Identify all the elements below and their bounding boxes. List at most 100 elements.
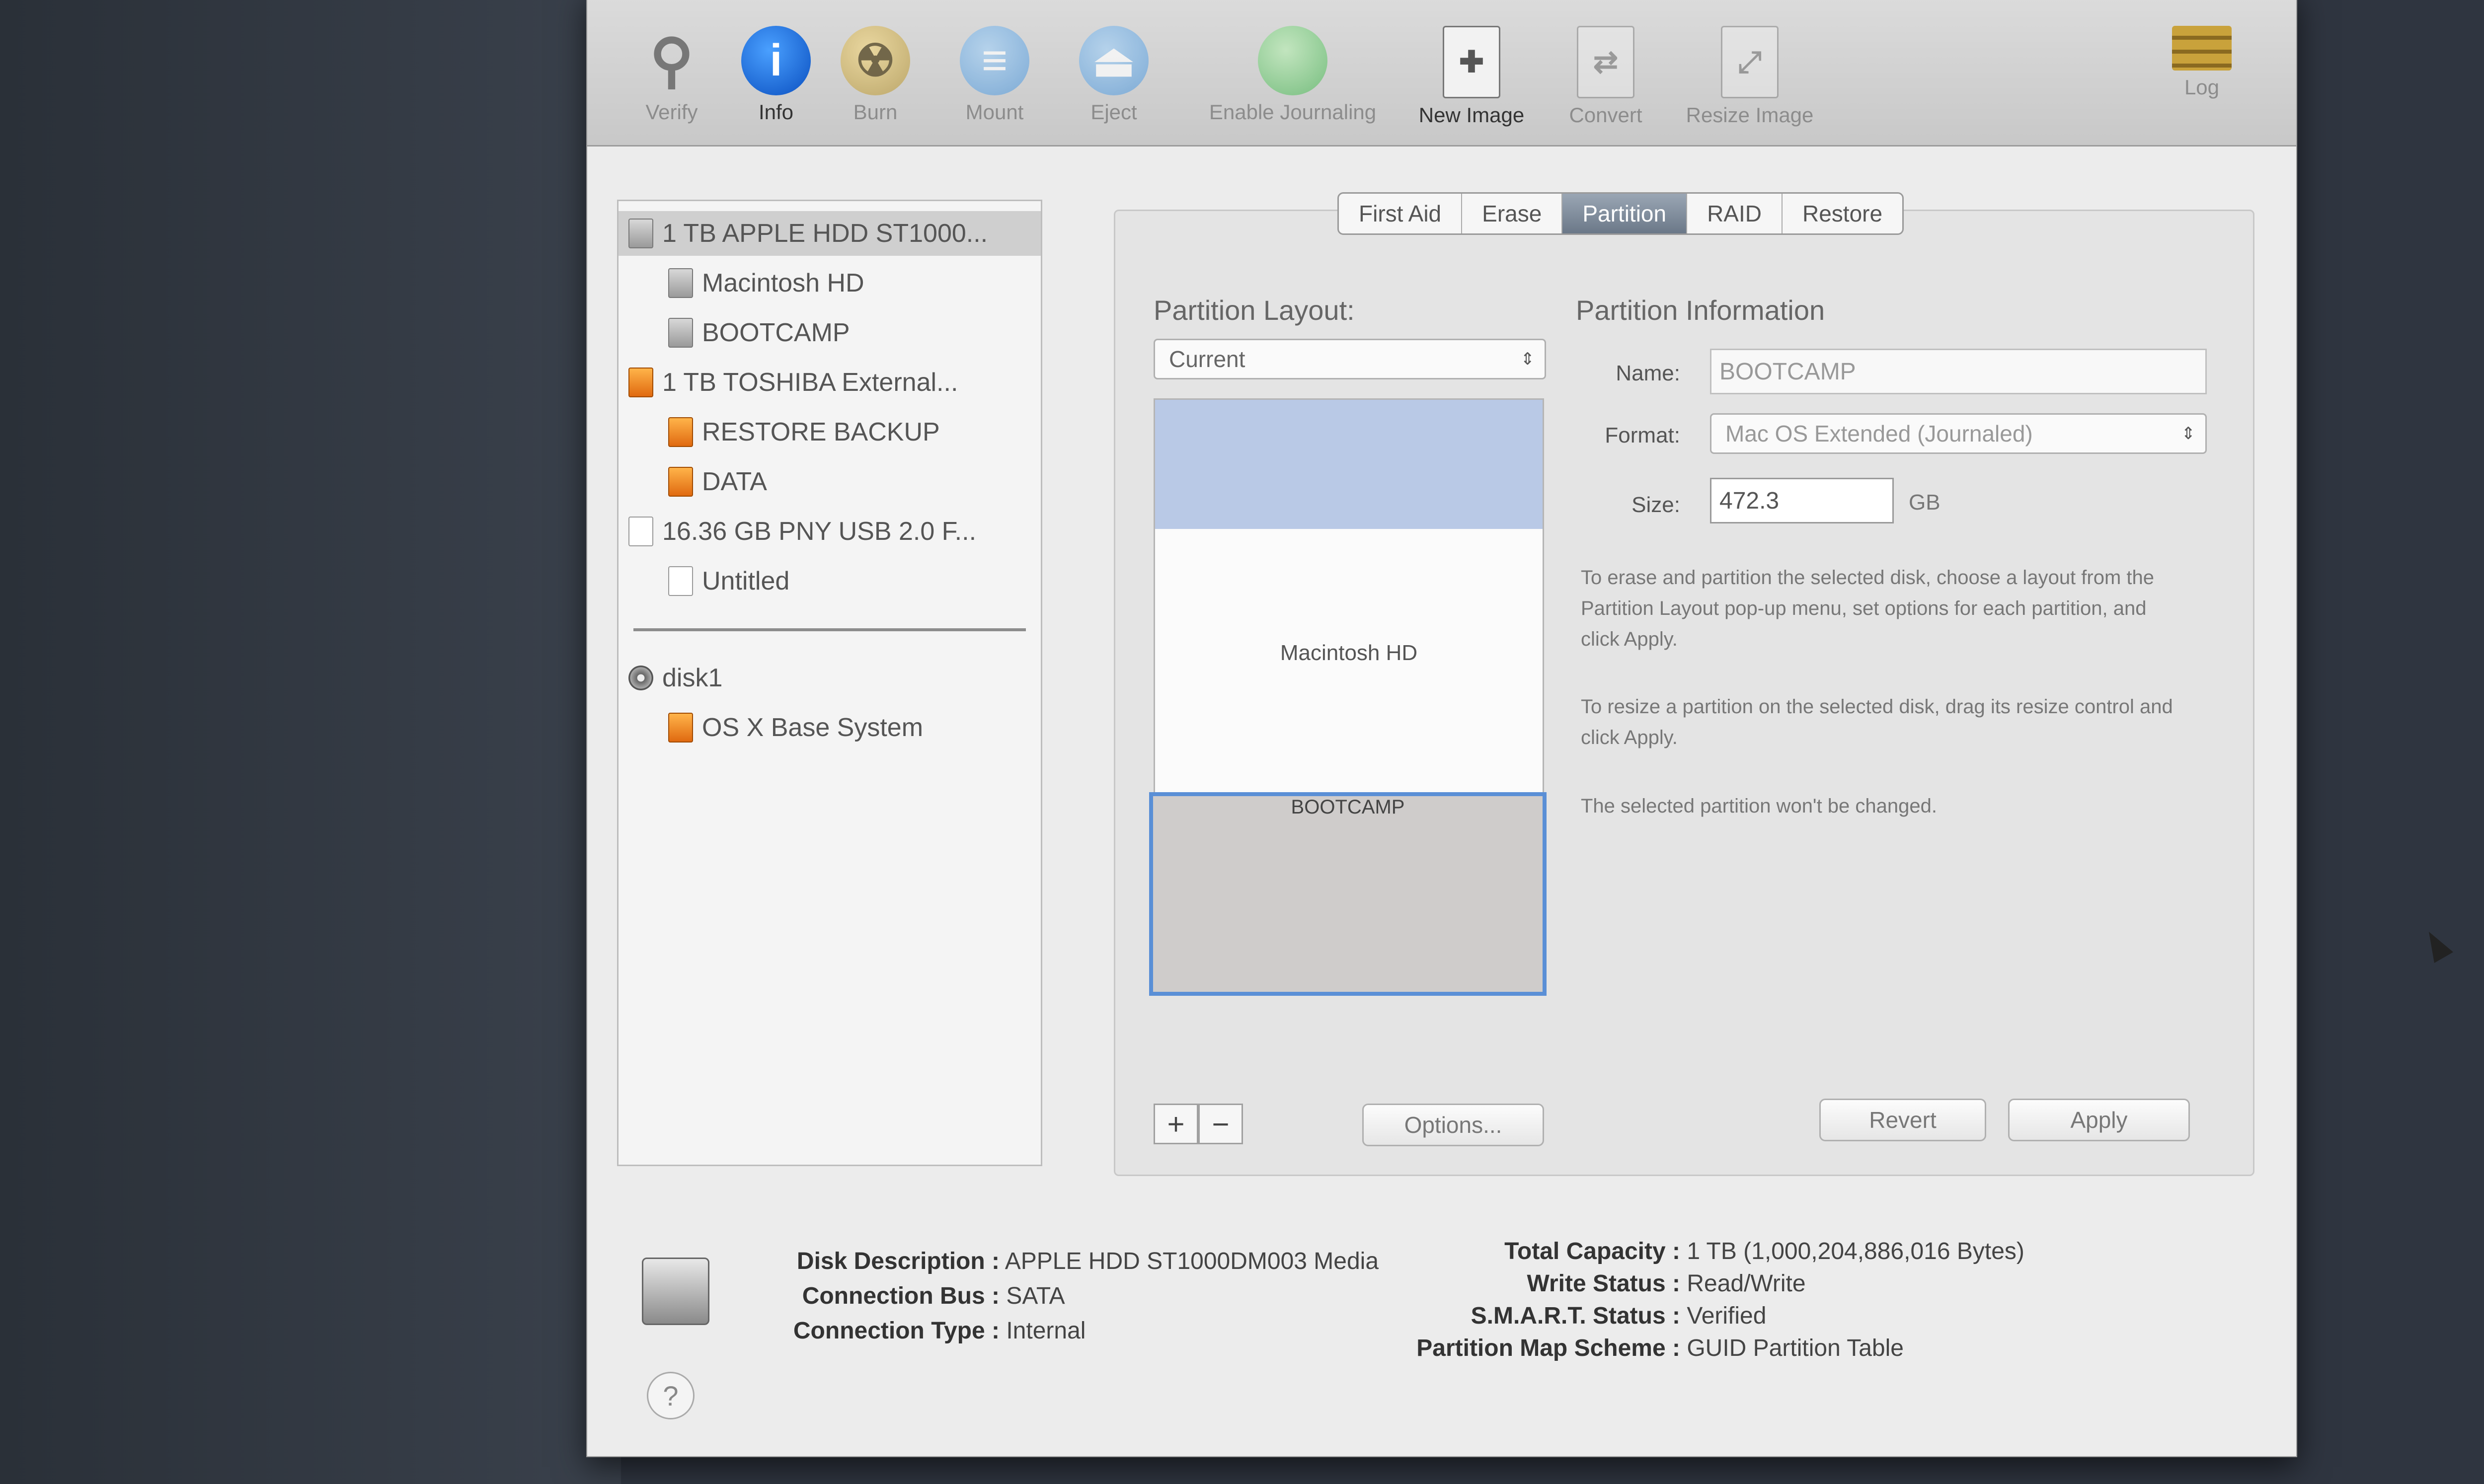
resize-image-icon: ⤢	[1721, 26, 1779, 98]
hard-disk-icon	[628, 219, 653, 248]
partition-format-value: Mac OS Extended (Journaled)	[1725, 421, 2033, 446]
mount-label: Mount	[965, 100, 1024, 124]
volume-icon	[668, 417, 693, 447]
help-button[interactable]: ?	[647, 1372, 695, 1419]
sidebar-item-bootcamp[interactable]: BOOTCAMP	[668, 310, 850, 355]
convert-label: Convert	[1569, 103, 1642, 127]
sidebar-item-label: OS X Base System	[702, 713, 924, 742]
info-value: Read/Write	[1687, 1270, 1806, 1297]
info-icon: i	[741, 26, 811, 95]
partition-help-text-1: To erase and partition the selected disk…	[1581, 567, 2155, 650]
partition-size-field[interactable]: 472.3	[1710, 478, 1894, 523]
burn-label: Burn	[853, 100, 898, 124]
volume-icon	[668, 713, 693, 742]
updown-arrows-icon: ⇕	[1520, 350, 1535, 369]
new-image-button[interactable]: ✚ New Image	[1397, 26, 1546, 127]
sidebar-item-label: 16.36 GB PNY USB 2.0 F...	[662, 517, 977, 546]
hard-disk-icon	[642, 1258, 709, 1325]
convert-button[interactable]: ⇄ Convert	[1541, 26, 1670, 127]
sidebar-item-label: BOOTCAMP	[702, 318, 850, 347]
enable-journaling-button[interactable]: Enable Journaling	[1203, 26, 1382, 124]
usb-disk-icon	[628, 517, 653, 546]
journaling-icon	[1258, 26, 1327, 95]
remove-partition-button[interactable]: −	[1198, 1104, 1243, 1144]
sidebar-item-os-x-base-system[interactable]: OS X Base System	[668, 705, 923, 750]
name-label: Name:	[1616, 361, 1680, 385]
partition-label: Macintosh HD	[1280, 641, 1418, 665]
info-key: S.M.A.R.T. Status :	[1471, 1303, 1680, 1329]
info-key: Write Status :	[1527, 1270, 1680, 1297]
partition-layout-title: Partition Layout:	[1154, 295, 1355, 326]
disk-list-sidebar: 1 TB APPLE HDD ST1000... Macintosh HD BO…	[617, 200, 1042, 1166]
resize-image-label: Resize Image	[1686, 103, 1814, 127]
sidebar-divider	[633, 628, 1026, 631]
mount-button[interactable]: ≡ Mount	[930, 26, 1059, 124]
partition-status-text: The selected partition won't be changed.	[1581, 795, 1937, 817]
resize-image-button[interactable]: ⤢ Resize Image	[1665, 26, 1834, 127]
info-partition-map-scheme: Partition Map Scheme : GUID Partition Ta…	[1382, 1335, 1904, 1362]
partition-format-select[interactable]: Mac OS Extended (Journaled) ⇕	[1710, 413, 2207, 454]
sidebar-item-label: 1 TB TOSHIBA External...	[662, 368, 958, 397]
volume-icon	[668, 268, 693, 298]
info-disk-description: Disk Description : APPLE HDD ST1000DM003…	[756, 1248, 1379, 1275]
info-connection-bus: Connection Bus : SATA	[756, 1282, 1065, 1310]
desktop-background	[0, 0, 621, 1484]
partition-label: BOOTCAMP	[1291, 796, 1405, 818]
tab-raid[interactable]: RAID	[1687, 194, 1783, 233]
info-write-status: Write Status : Read/Write	[1382, 1270, 1806, 1297]
sidebar-item-label: Macintosh HD	[702, 269, 864, 297]
sidebar-item-label: disk1	[662, 664, 723, 692]
log-icon	[2172, 26, 2232, 71]
info-value: Internal	[1006, 1318, 1086, 1344]
info-value: GUID Partition Table	[1687, 1335, 1904, 1361]
info-value: 1 TB (1,000,204,886,016 Bytes)	[1687, 1238, 2024, 1264]
volume-icon	[668, 566, 693, 596]
partition-layout-diagram: Macintosh HD BOOTCAMP	[1149, 398, 1547, 996]
partition-macintosh-hd[interactable]: Macintosh HD	[1155, 529, 1543, 777]
info-value: APPLE HDD ST1000DM003 Media	[1005, 1248, 1379, 1274]
revert-button[interactable]: Revert	[1819, 1099, 1986, 1141]
options-button[interactable]: Options...	[1362, 1104, 1544, 1146]
size-label: Size:	[1631, 493, 1680, 517]
eject-icon: ⏏	[1079, 26, 1149, 95]
toolbar: ⚲ Verify i Info ☢ Burn ≡ Mount ⏏ Eject E…	[587, 0, 2296, 147]
partition-layout-value: Current	[1169, 346, 1245, 372]
size-unit: GB	[1909, 490, 1941, 515]
sidebar-item-untitled[interactable]: Untitled	[668, 559, 789, 603]
sidebar-item-pny-usb[interactable]: 16.36 GB PNY USB 2.0 F...	[628, 509, 976, 554]
sidebar-item-label: RESTORE BACKUP	[702, 418, 940, 446]
sidebar-item-toshiba-external[interactable]: 1 TB TOSHIBA External...	[628, 360, 958, 405]
partition-name-field[interactable]: BOOTCAMP	[1710, 349, 2207, 394]
tab-erase[interactable]: Erase	[1462, 194, 1563, 233]
sidebar-item-data[interactable]: DATA	[668, 459, 767, 504]
sidebar-item-restore-backup[interactable]: RESTORE BACKUP	[668, 410, 940, 454]
tab-partition[interactable]: Partition	[1562, 194, 1688, 233]
tab-restore[interactable]: Restore	[1783, 194, 1902, 233]
eject-button[interactable]: ⏏ Eject	[1049, 26, 1178, 124]
info-connection-type: Connection Type : Internal	[756, 1317, 1086, 1344]
burn-button[interactable]: ☢ Burn	[811, 26, 940, 124]
info-key: Connection Type :	[793, 1318, 1000, 1344]
log-button[interactable]: Log	[2152, 26, 2251, 99]
optical-disc-icon	[628, 666, 653, 690]
updown-arrows-icon: ⇕	[2181, 424, 2196, 443]
tab-first-aid[interactable]: First Aid	[1339, 194, 1463, 233]
convert-icon: ⇄	[1577, 26, 1634, 98]
partition-bootcamp[interactable]: BOOTCAMP	[1149, 792, 1547, 996]
info-key: Disk Description :	[796, 1248, 1000, 1274]
sidebar-item-apple-hdd[interactable]: 1 TB APPLE HDD ST1000...	[619, 211, 1041, 256]
info-value: SATA	[1006, 1283, 1065, 1309]
burn-icon: ☢	[841, 26, 910, 95]
disk-utility-window: ⚲ Verify i Info ☢ Burn ≡ Mount ⏏ Eject E…	[586, 0, 2454, 1457]
mount-icon: ≡	[960, 26, 1029, 95]
sidebar-item-label: 1 TB APPLE HDD ST1000...	[662, 219, 988, 248]
sidebar-item-disk1[interactable]: disk1	[628, 656, 722, 700]
partition-layout-select[interactable]: Current ⇕	[1154, 339, 1546, 379]
info-smart-status: S.M.A.R.T. Status : Verified	[1382, 1302, 1767, 1330]
info-key: Connection Bus :	[802, 1283, 1000, 1309]
sidebar-item-macintosh-hd[interactable]: Macintosh HD	[668, 261, 864, 305]
sidebar-item-label: DATA	[702, 467, 767, 496]
apply-button[interactable]: Apply	[2008, 1099, 2190, 1141]
add-partition-button[interactable]: +	[1154, 1104, 1198, 1144]
info-value: Verified	[1687, 1303, 1767, 1329]
